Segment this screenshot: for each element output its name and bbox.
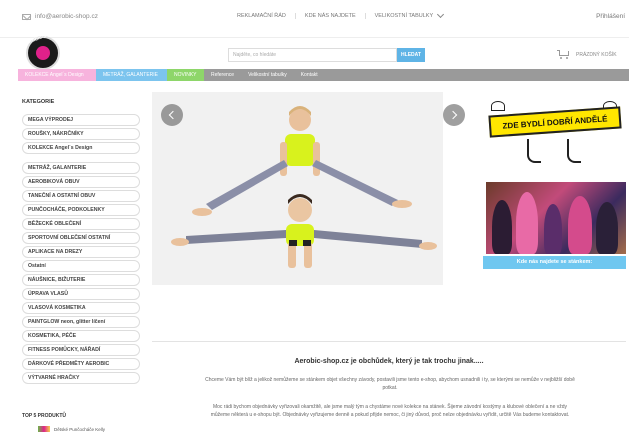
gymnast-foot	[419, 242, 437, 250]
angels-banner[interactable]: ZDE BYDLÍ DOBŘÍ ANDĚLÉ	[483, 97, 625, 175]
cart-icon-basket	[559, 51, 569, 56]
category-item[interactable]: VLASOVÁ KOSMETIKA	[22, 302, 140, 314]
gymnast-leg	[312, 160, 398, 206]
orders-paragraph: Moc rádi bychom objednávky vyřizovali ok…	[210, 404, 570, 418]
category-item[interactable]: METRÁŽ, GALANTERIE	[22, 162, 140, 174]
gymnast-leg	[314, 230, 422, 248]
gymnast-leg	[206, 160, 288, 210]
site-logo[interactable]: aerobic-shop.cz	[20, 28, 66, 70]
email-link[interactable]: info@aerobic-shop.cz	[22, 13, 98, 20]
gymnast-arm	[280, 142, 287, 176]
top-link-find-us[interactable]: KDE NÁS NAJDETE	[296, 13, 366, 19]
category-item[interactable]: PAINTGLOW neon, glitter líčení	[22, 316, 140, 328]
top5-product[interactable]: Dětské Punčocháče Kelly	[38, 426, 105, 432]
category-item[interactable]: FITNESS POMŮCKY, NÁŘADÍ	[22, 344, 140, 356]
category-item[interactable]: PUNČOCHÁČE, PODKOLENKY	[22, 204, 140, 216]
product-thumbnail	[38, 426, 50, 432]
legs-icon	[527, 139, 541, 163]
search-button[interactable]: HLEDAT	[397, 48, 425, 62]
hero-image	[171, 106, 437, 268]
gymnast-head	[288, 198, 312, 222]
nav-item-references[interactable]: Reference	[204, 69, 241, 81]
page-headline: Aerobic-shop.cz je obchůdek, který je ta…	[294, 358, 484, 365]
wing-icon	[491, 101, 505, 111]
category-item[interactable]: DÁRKOVÉ PŘEDMĚTY AEROBIC	[22, 358, 140, 370]
person-silhouette	[596, 202, 618, 254]
top-link-size-tables[interactable]: VELIKOSTNÍ TABULKY	[366, 13, 442, 19]
person-silhouette	[516, 192, 538, 254]
top-links: REKLAMAČNÍ ŘÁD KDE NÁS NAJDETE VELIKOSTN…	[228, 13, 442, 19]
stand-photo[interactable]	[486, 182, 626, 254]
nav-item-news[interactable]: NOVINKY	[167, 69, 204, 81]
gymnast-foot	[192, 208, 212, 216]
hero-slider[interactable]	[152, 92, 443, 285]
gymnast-arm	[313, 142, 320, 176]
top5-title: TOP 5 PRODUKTŮ	[22, 413, 66, 419]
logo-emblem	[36, 46, 50, 60]
search-input[interactable]: Najděte, co hledáte	[228, 48, 397, 62]
intro-paragraph: Chceme Vám být blíž a jelikož nemůžeme s…	[205, 377, 575, 391]
product-name: Dětské Punčocháče Kelly	[54, 426, 106, 432]
category-item[interactable]: AEROBIKOVÁ OBUV	[22, 176, 140, 188]
category-item[interactable]: KOSMETIKA, PÉČE	[22, 330, 140, 342]
nav-item-fabrics[interactable]: METRÁŽ, GALANTERIE	[96, 69, 167, 81]
category-item[interactable]: ROUŠKY, NÁKRČNÍKY	[22, 128, 140, 140]
category-item[interactable]: NÁUŠNICE, BIŽUTERIE	[22, 274, 140, 286]
category-item[interactable]: BĚŽECKÉ OBLEČENÍ	[22, 218, 140, 230]
top-link-complaints[interactable]: REKLAMAČNÍ ŘÁD	[228, 13, 296, 19]
category-item[interactable]: VÝTVARNÉ HRAČKY	[22, 372, 140, 384]
cart-icon-wheel	[566, 57, 568, 59]
categories-title: KATEGORIE	[22, 99, 55, 105]
category-item[interactable]: ÚPRAVA VLASŮ	[22, 288, 140, 300]
nav-item-size-tables[interactable]: Velikostní tabulky	[241, 69, 294, 81]
person-silhouette	[544, 204, 562, 254]
category-item[interactable]: KOLEKCE Angel´s Design	[22, 142, 140, 154]
gymnast-foot	[392, 200, 412, 208]
email-text: info@aerobic-shop.cz	[35, 13, 98, 20]
person-silhouette	[492, 200, 512, 254]
cart-label[interactable]: PRÁZDNÝ KOŠÍK	[576, 52, 617, 58]
category-item[interactable]: MEGA VÝPRODEJ	[22, 114, 140, 126]
gymnast-wristband	[289, 240, 297, 246]
cart-icon-wheel	[560, 57, 562, 59]
angels-sign: ZDE BYDLÍ DOBŘÍ ANDĚLÉ	[488, 106, 622, 138]
slider-next-button[interactable]	[443, 104, 465, 126]
category-item[interactable]: TANEČNÍ A OSTATNÍ OBUV	[22, 190, 140, 202]
content-divider	[152, 341, 626, 342]
category-item[interactable]: Ostatní	[22, 260, 140, 272]
gymnast-foot	[171, 238, 189, 246]
login-link[interactable]: Přihlášení	[596, 13, 625, 20]
gymnast-wristband	[303, 240, 311, 246]
nav-item-angels-collection[interactable]: KOLEKCE Angel´s Design	[18, 69, 96, 81]
gymnast-top	[285, 134, 315, 166]
category-item[interactable]: APLIKACE NA DREZY	[22, 246, 140, 258]
mail-icon	[22, 13, 31, 20]
legs-icon	[567, 139, 581, 163]
find-us-caption[interactable]: Kde nás najdete se stánkem:	[483, 256, 626, 269]
person-silhouette	[568, 196, 592, 254]
category-item[interactable]: SPORTOVNÍ OBLEČENÍ OSTATNÍ	[22, 232, 140, 244]
cart-icon[interactable]	[557, 50, 569, 59]
slider-prev-button[interactable]	[161, 104, 183, 126]
nav-item-contact[interactable]: Kontakt	[294, 69, 325, 81]
category-list: MEGA VÝPRODEJ ROUŠKY, NÁKRČNÍKY KOLEKCE …	[22, 114, 140, 386]
gymnast-leg	[186, 230, 286, 244]
top-bar: info@aerobic-shop.cz REKLAMAČNÍ ŘÁD KDE …	[0, 0, 629, 38]
main-nav: KOLEKCE Angel´s Design METRÁŽ, GALANTERI…	[18, 69, 629, 81]
